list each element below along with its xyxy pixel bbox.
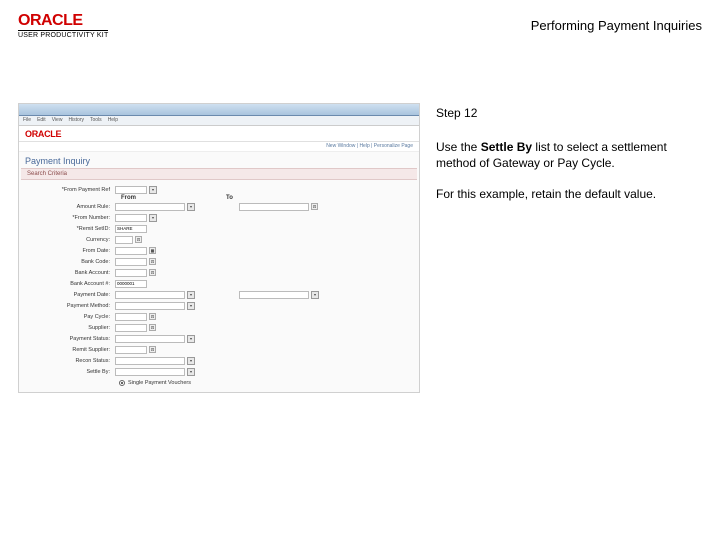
- input-recon-status[interactable]: [115, 357, 185, 365]
- input-payment-date[interactable]: [115, 291, 185, 299]
- label-from-ref: *From Payment Ref: [27, 187, 113, 193]
- chevron-down-icon[interactable]: ▾: [187, 335, 195, 343]
- chevron-down-icon[interactable]: ▾: [149, 214, 157, 222]
- input-bank-code[interactable]: [115, 258, 147, 266]
- input-currency[interactable]: [115, 236, 133, 244]
- app-oracle-logo: ORACLE: [25, 129, 61, 139]
- section-search-criteria[interactable]: Search Criteria: [21, 168, 417, 180]
- menu-item[interactable]: Help: [108, 117, 118, 124]
- menu-item[interactable]: Edit: [37, 117, 46, 124]
- input-bank-acct-num[interactable]: 0000001: [115, 280, 147, 288]
- menu-item[interactable]: View: [52, 117, 63, 124]
- label-bank-acct-num: Bank Account #:: [27, 281, 113, 287]
- radio-single-payment[interactable]: [119, 380, 125, 386]
- input-remit-setid[interactable]: SHARE: [115, 225, 147, 233]
- lookup-icon[interactable]: ⊡: [149, 346, 156, 353]
- logo-block: ORACLE USER PRODUCTIVITY KIT: [18, 12, 108, 39]
- input-from-number[interactable]: [115, 214, 147, 222]
- upk-subtitle: USER PRODUCTIVITY KIT: [18, 30, 108, 39]
- lookup-icon[interactable]: ⊡: [149, 269, 156, 276]
- label-currency: Currency:: [27, 237, 113, 243]
- lookup-icon[interactable]: ⊡: [149, 313, 156, 320]
- input-settle-by[interactable]: [115, 368, 185, 376]
- label-amount-rule: Amount Rule:: [27, 204, 113, 210]
- label-settle-by: Settle By:: [27, 369, 113, 375]
- label-payment-date: Payment Date:: [27, 292, 113, 298]
- col-from: From: [121, 195, 136, 201]
- input-from-ref[interactable]: [115, 186, 147, 194]
- app-screenshot: File Edit View History Tools Help ORACLE…: [18, 103, 420, 393]
- label-payment-method: Payment Method:: [27, 303, 113, 309]
- slide-header: ORACLE USER PRODUCTIVITY KIT Performing …: [0, 0, 720, 43]
- label-bank-account: Bank Account:: [27, 270, 113, 276]
- step-label: Step 12: [436, 105, 702, 121]
- form-area: *From Payment Ref ▾ From To Amount Rule:…: [19, 180, 419, 393]
- crumb-bar: New Window | Help | Personalize Page: [19, 142, 419, 152]
- chevron-down-icon[interactable]: ▾: [187, 302, 195, 310]
- menu-item[interactable]: File: [23, 117, 31, 124]
- input-pay-cycle[interactable]: [115, 313, 147, 321]
- chevron-down-icon[interactable]: ▾: [187, 357, 195, 365]
- input-amount-rule[interactable]: [115, 203, 185, 211]
- col-to: To: [226, 195, 233, 201]
- label-bank-code: Bank Code:: [27, 259, 113, 265]
- input-remit-supplier[interactable]: [115, 346, 147, 354]
- label-from-number: *From Number:: [27, 215, 113, 221]
- input-bank-account[interactable]: [115, 269, 147, 277]
- label-recon-status: Recon Status:: [27, 358, 113, 364]
- lookup-icon[interactable]: ⊡: [135, 236, 142, 243]
- app-brandbar: ORACLE: [19, 126, 419, 142]
- lookup-icon[interactable]: ⊡: [311, 203, 318, 210]
- page-title: Performing Payment Inquiries: [531, 12, 702, 33]
- label-from-date: From Date:: [27, 248, 113, 254]
- calendar-icon[interactable]: ▦: [149, 247, 156, 254]
- input-supplier[interactable]: [115, 324, 147, 332]
- instruction-line-2: For this example, retain the default val…: [436, 186, 702, 202]
- main-area: File Edit View History Tools Help ORACLE…: [0, 43, 720, 393]
- input-payment-date-to[interactable]: [239, 291, 309, 299]
- chevron-down-icon[interactable]: ▾: [149, 186, 157, 194]
- label-remit-supplier: Remit Supplier:: [27, 347, 113, 353]
- instruction-line-1: Use the Settle By list to select a settl…: [436, 139, 702, 171]
- input-payment-method[interactable]: [115, 302, 185, 310]
- label-pay-cycle: Pay Cycle:: [27, 314, 113, 320]
- radio-label: Single Payment Vouchers: [128, 380, 191, 386]
- lookup-icon[interactable]: ⊡: [149, 324, 156, 331]
- app-titlebar: [19, 104, 419, 116]
- lookup-icon[interactable]: ⊡: [149, 258, 156, 265]
- chevron-down-icon[interactable]: ▾: [311, 291, 319, 299]
- input-from-date[interactable]: [115, 247, 147, 255]
- input-payment-status[interactable]: [115, 335, 185, 343]
- menu-item[interactable]: Tools: [90, 117, 102, 124]
- oracle-logo: ORACLE: [18, 12, 108, 30]
- label-payment-status: Payment Status:: [27, 336, 113, 342]
- input-to-amount[interactable]: [239, 203, 309, 211]
- label-supplier: Supplier:: [27, 325, 113, 331]
- instructions-panel: Step 12 Use the Settle By list to select…: [436, 103, 702, 393]
- label-remit-setid: *Remit SetID:: [27, 226, 113, 232]
- chevron-down-icon[interactable]: ▾: [187, 291, 195, 299]
- app-page-heading: Payment Inquiry: [19, 152, 419, 168]
- chevron-down-icon[interactable]: ▾: [187, 368, 195, 376]
- chevron-down-icon[interactable]: ▾: [187, 203, 195, 211]
- menu-item[interactable]: History: [68, 117, 84, 124]
- app-menubar: File Edit View History Tools Help: [19, 116, 419, 126]
